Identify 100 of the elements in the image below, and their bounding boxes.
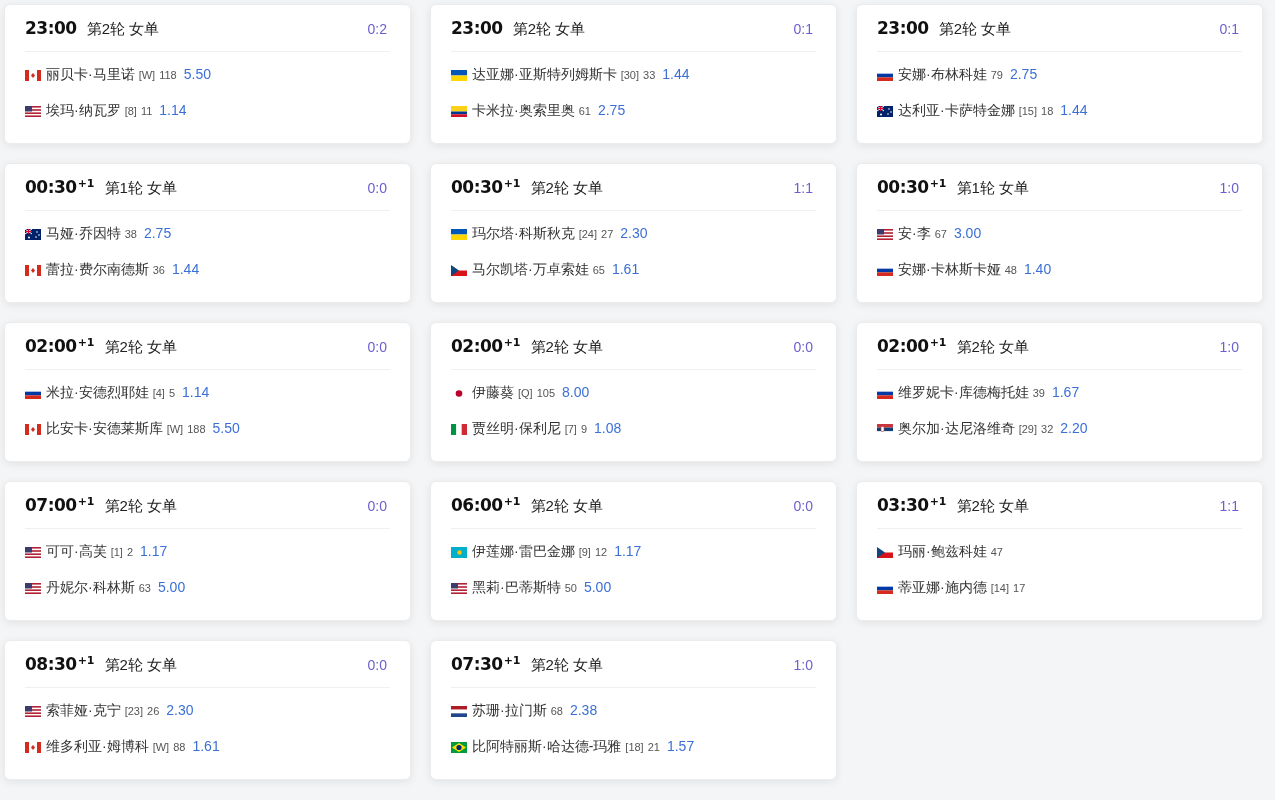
flag-icon	[25, 423, 41, 435]
ranking: 47	[990, 544, 1003, 560]
odds-value: 1.57	[666, 736, 695, 756]
set-score: 1:0	[1219, 178, 1239, 198]
odds-value: 1.61	[611, 259, 640, 279]
round-label: 第2轮 女单	[530, 336, 603, 357]
player-name[interactable]: 玛尔塔·科斯秋克	[472, 222, 575, 244]
odds-value: 1.08	[594, 418, 622, 438]
match-time: 02:00	[25, 335, 77, 359]
player-name[interactable]: 索菲娅·克宁	[46, 699, 121, 721]
odds-value: 1.14	[182, 382, 210, 402]
seed-label: [8]	[124, 103, 137, 119]
match-time: 08:30	[25, 653, 77, 677]
player-name[interactable]: 丽贝卡·马里诺	[46, 63, 135, 85]
match-card[interactable]: 23:00 第2轮 女单 0:2 丽贝卡·马里诺 [W] 118 5.50 埃玛·纳瓦罗 [8] 11 1.14	[4, 4, 411, 144]
seed-label: [15]	[1018, 103, 1038, 119]
player-name[interactable]: 奥尔加·达尼洛维奇	[898, 417, 1015, 439]
seed-label: [W]	[152, 739, 170, 755]
player-name[interactable]: 黑莉·巴蒂斯特	[472, 576, 561, 598]
next-day-marker: +1	[929, 494, 947, 510]
odds-value: 2.75	[597, 100, 626, 120]
ranking: 21	[647, 739, 660, 755]
match-time: 02:00	[451, 335, 503, 359]
player-name[interactable]: 安娜·布林科娃	[898, 63, 987, 85]
player-name[interactable]: 贾丝明·保利尼	[472, 417, 561, 439]
set-score: 1:0	[793, 655, 813, 675]
flag-icon	[25, 582, 41, 594]
match-time: 00:30	[877, 176, 929, 200]
ranking: 79	[990, 67, 1003, 83]
player-name[interactable]: 卡米拉·奥索里奥	[472, 99, 575, 121]
set-score: 0:2	[367, 19, 387, 39]
player-name[interactable]: 比阿特丽斯·哈达德-玛雅	[472, 735, 622, 757]
flag-icon	[877, 546, 893, 558]
player-name[interactable]: 玛丽·鲍兹科娃	[898, 540, 987, 562]
ranking: 2	[126, 544, 134, 560]
seed-label: [14]	[990, 580, 1010, 596]
player-name[interactable]: 埃玛·纳瓦罗	[46, 99, 121, 121]
match-time: 00:30	[451, 176, 503, 200]
flag-icon	[451, 228, 467, 240]
player-name[interactable]: 苏珊·拉门斯	[472, 699, 547, 721]
match-time: 23:00	[25, 17, 77, 41]
odds-value: 1.44	[171, 259, 200, 279]
player-name[interactable]: 可可·高芙	[46, 540, 107, 562]
ranking: 12	[594, 544, 608, 560]
next-day-marker: +1	[503, 176, 521, 192]
next-day-marker: +1	[77, 494, 95, 510]
ranking: 67	[934, 226, 947, 242]
player-name[interactable]: 维多利亚·姆博科	[46, 735, 149, 757]
seed-label: [29]	[1018, 421, 1038, 437]
odds-value: 1.67	[1051, 382, 1080, 402]
odds-value: 1.17	[140, 541, 168, 561]
flag-icon	[25, 741, 41, 753]
round-label: 第1轮 女单	[104, 177, 177, 198]
flag-icon	[451, 546, 467, 558]
match-card[interactable]: 23:00 第2轮 女单 0:1 安娜·布林科娃 79 2.75 达利亚·卡萨特金娜 [15] 18 1.44	[856, 4, 1263, 144]
match-time: 07:00	[25, 494, 77, 518]
player-name[interactable]: 马尔凯塔·万卓索娃	[472, 258, 589, 280]
ranking: 118	[159, 67, 177, 83]
player-name[interactable]: 米拉·安德烈耶娃	[46, 381, 149, 403]
player-name[interactable]: 比安卡·安德莱斯库	[46, 417, 163, 439]
player-name[interactable]: 维罗妮卡·库德梅托娃	[898, 381, 1029, 403]
ranking: 38	[124, 226, 137, 242]
player-name[interactable]: 丹妮尔·科林斯	[46, 576, 135, 598]
player-name[interactable]: 安娜·卡林斯卡娅	[898, 258, 1001, 280]
odds-value: 2.38	[569, 700, 598, 720]
ranking: 33	[643, 67, 656, 83]
seed-label: [7]	[564, 421, 577, 437]
next-day-marker: +1	[929, 176, 947, 192]
player-name[interactable]: 蒂亚娜·施内德	[898, 576, 987, 598]
odds-value: 5.00	[583, 577, 612, 597]
player-name[interactable]: 伊莲娜·雷巴金娜	[472, 540, 575, 562]
player-name[interactable]: 达亚娜·亚斯特列姆斯卡	[472, 63, 617, 85]
round-label: 第2轮 女单	[104, 336, 177, 357]
set-score: 1:1	[1219, 496, 1239, 516]
ranking: 17	[1013, 580, 1026, 596]
player-name[interactable]: 伊藤葵	[472, 381, 514, 403]
flag-icon	[877, 423, 893, 435]
set-score: 0:0	[793, 337, 813, 357]
player-name[interactable]: 马娅·乔因特	[46, 222, 121, 244]
ranking: 11	[140, 103, 153, 119]
ranking: 105	[536, 385, 556, 401]
seed-label: [W]	[166, 421, 184, 437]
seed-label: [24]	[578, 226, 598, 242]
match-time: 23:00	[877, 17, 929, 41]
ranking: 65	[592, 262, 605, 278]
set-score: 0:0	[367, 337, 387, 357]
odds-value: 5.50	[183, 64, 211, 84]
player-name[interactable]: 蕾拉·费尔南德斯	[46, 258, 149, 280]
odds-value: 1.40	[1023, 259, 1052, 279]
next-day-marker: +1	[929, 335, 947, 351]
player-name[interactable]: 安·李	[898, 222, 931, 244]
round-label: 第1轮 女单	[956, 177, 1029, 198]
flag-icon	[451, 705, 467, 717]
player-name[interactable]: 达利亚·卡萨特金娜	[898, 99, 1015, 121]
ranking: 188	[187, 421, 206, 437]
match-time: 23:00	[451, 17, 503, 41]
set-score: 0:1	[793, 19, 813, 39]
match-card[interactable]: 23:00 第2轮 女单 0:1 达亚娜·亚斯特列姆斯卡 [30] 33 1.44 卡米拉·奥索里奥 61 2.75	[430, 4, 837, 144]
seed-label: [18]	[625, 739, 644, 755]
ranking: 18	[1041, 103, 1054, 119]
